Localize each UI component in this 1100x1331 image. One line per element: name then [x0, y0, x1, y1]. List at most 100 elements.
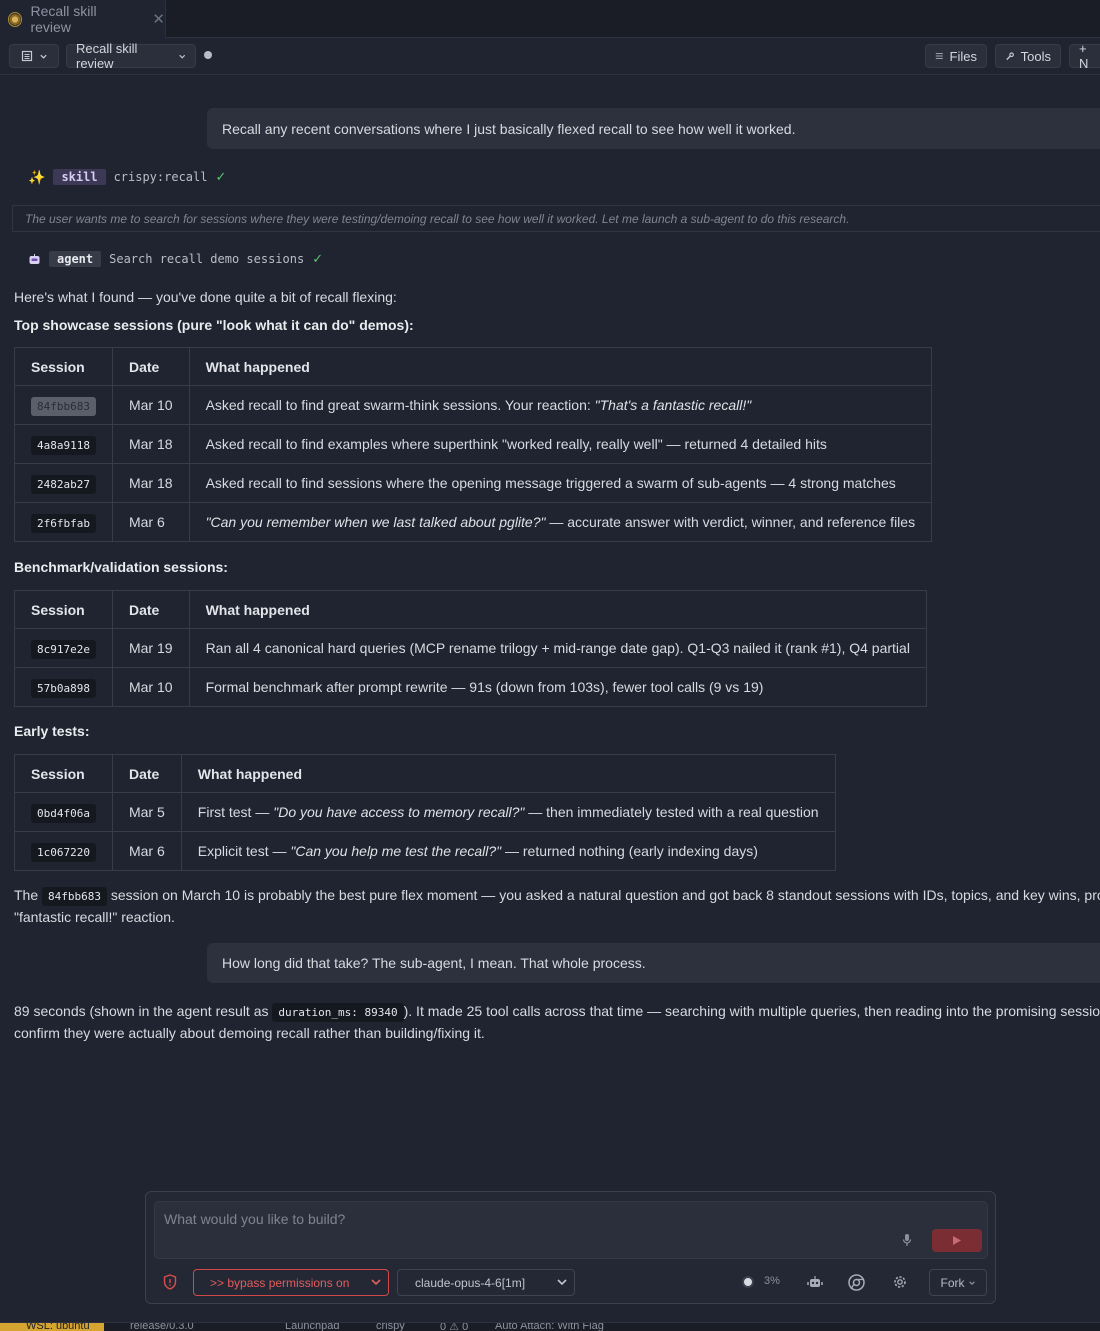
description-text: — accurate answer with verdict, winner, …: [545, 514, 916, 530]
microphone-icon[interactable]: [900, 1231, 914, 1249]
new-session-button[interactable]: + N: [1069, 41, 1100, 71]
description-quote: "Do you have access to memory recall?": [273, 804, 525, 820]
column-header-what: What happened: [188, 347, 933, 386]
tools-button[interactable]: Tools: [995, 44, 1061, 68]
table-header-row: Session Date What happened: [14, 754, 836, 793]
model-select[interactable]: claude-opus-4-6[1m]: [397, 1269, 575, 1296]
summary-paragraph: The 84fbb683 session on March 10 is prob…: [14, 885, 1100, 928]
column-header-date: Date: [111, 590, 190, 629]
context-usage-percent: 3%: [764, 1275, 780, 1287]
table-row: 1c067220 Mar 6 Explicit test — "Can you …: [14, 831, 836, 871]
description-cell: Asked recall to find sessions where the …: [188, 463, 933, 503]
answer-paragraph: 89 seconds (shown in the agent result as…: [14, 1001, 1100, 1044]
section-heading-text: Top showcase sessions (pure "look what i…: [14, 317, 414, 333]
gear-icon[interactable]: [890, 1272, 910, 1292]
session-id[interactable]: 1c067220: [31, 843, 96, 862]
send-button[interactable]: [932, 1229, 982, 1252]
session-cell: 8c917e2e: [14, 628, 113, 668]
description-cell: Explicit test — "Can you help me test th…: [180, 831, 836, 871]
summary-text: The: [14, 887, 39, 903]
session-id[interactable]: 57b0a898: [31, 679, 96, 698]
check-icon: ✓: [215, 169, 227, 184]
chevron-down-icon: [557, 1279, 567, 1286]
thinking-text: The user wants me to search for sessions…: [25, 211, 850, 226]
tab-bar: Recall skill review ✕: [0, 0, 1100, 38]
message-input-area[interactable]: [154, 1201, 988, 1259]
description-text: Asked recall to find sessions where the …: [205, 475, 896, 491]
session-select[interactable]: Recall skill review: [66, 41, 196, 71]
assistant-intro: Here's what I found — you've done quite …: [14, 289, 397, 305]
skill-pill: skill: [53, 169, 106, 185]
play-icon: [953, 1236, 961, 1245]
session-cell: 2482ab27: [14, 463, 113, 503]
session-id[interactable]: 84fbb683: [31, 397, 96, 416]
description-cell: "Can you remember when we last talked ab…: [188, 502, 933, 542]
date-cell: Mar 10: [111, 667, 190, 707]
skill-tool-call[interactable]: ✨ skill crispy:recall ✓: [28, 168, 226, 186]
session-id[interactable]: 4a8a9118: [31, 436, 96, 455]
section-heading-text: Early tests:: [14, 723, 90, 739]
session-id[interactable]: 0bd4f06a: [31, 804, 96, 823]
chevron-down-icon: [39, 54, 47, 59]
user-message: How long did that take? The sub-agent, I…: [207, 943, 1100, 983]
table-header-row: Session Date What happened: [14, 590, 927, 629]
fork-label: Fork: [940, 1275, 965, 1290]
table-row: 2482ab27 Mar 18 Asked recall to find ses…: [14, 463, 933, 503]
shield-alert-icon[interactable]: [163, 1274, 177, 1290]
branch-label[interactable]: release/0.3.0: [130, 1323, 194, 1331]
agent-pill: agent: [49, 251, 102, 267]
session-id[interactable]: 8c917e2e: [31, 640, 96, 659]
column-header-date: Date: [111, 754, 182, 793]
answer-code: duration_ms: 89340: [272, 1003, 404, 1022]
date-cell: Mar 19: [111, 628, 190, 668]
tab-title: Recall skill review: [30, 3, 97, 35]
table-row: 2f6fbfab Mar 6 "Can you remember when we…: [14, 502, 933, 542]
context-usage-indicator: [742, 1276, 754, 1288]
auto-attach-label[interactable]: Auto Attach: With Flag: [495, 1323, 604, 1331]
agent-tool-call[interactable]: agent Search recall demo sessions ✓: [28, 250, 323, 268]
early-tests-table: Session Date What happened 0bd4f06a Mar …: [14, 754, 836, 871]
date-cell: Mar 6: [111, 831, 182, 871]
permission-mode-select[interactable]: >> bypass permissions on: [193, 1269, 389, 1296]
table-row: 84fbb683 Mar 10 Asked recall to find gre…: [14, 385, 933, 425]
column-header-what: What happened: [188, 590, 927, 629]
fork-button[interactable]: Fork: [929, 1269, 987, 1296]
session-select-label: Recall skill review: [76, 41, 138, 71]
project-label[interactable]: crispy: [376, 1323, 405, 1331]
description-cell: Formal benchmark after prompt rewrite — …: [188, 667, 927, 707]
message-input[interactable]: [155, 1202, 875, 1236]
session-cell: 2f6fbfab: [14, 502, 113, 542]
table-row: 0bd4f06a Mar 5 First test — "Do you have…: [14, 792, 836, 832]
description-text: Asked recall to find great swarm-think s…: [205, 397, 595, 413]
wrench-icon: [1006, 51, 1014, 60]
files-label: Files: [949, 48, 977, 64]
problems-label[interactable]: 0 ⚠ 0: [440, 1323, 468, 1331]
chrome-icon[interactable]: [846, 1272, 866, 1292]
chevron-down-icon: [178, 54, 185, 59]
column-header-date: Date: [111, 347, 190, 386]
list-icon: [935, 53, 943, 59]
session-cell: 0bd4f06a: [14, 792, 113, 832]
answer-text: 89 seconds (shown in the agent result as: [14, 1003, 269, 1019]
summary-text: session on March 10 is probably the best…: [110, 887, 1100, 903]
session-id[interactable]: 2482ab27: [31, 475, 96, 494]
files-button[interactable]: Files: [925, 44, 987, 68]
description-text: Explicit test —: [197, 843, 291, 859]
date-cell: Mar 10: [111, 385, 190, 425]
session-id[interactable]: 2f6fbfab: [31, 514, 96, 533]
summary-session-id[interactable]: 84fbb683: [42, 887, 107, 906]
agent-robot-icon[interactable]: [805, 1272, 825, 1292]
close-icon[interactable]: ✕: [152, 10, 165, 28]
column-header-session: Session: [14, 754, 113, 793]
column-header-session: Session: [14, 590, 113, 629]
answer-text: confirm they were actually about demoing…: [14, 1025, 485, 1041]
permission-mode-label: >> bypass permissions on: [210, 1275, 350, 1290]
section-heading-showcase: Top showcase sessions (pure "look what i…: [14, 315, 414, 336]
launchpad-label[interactable]: Launchpad: [285, 1323, 339, 1331]
sidebar-toggle-button[interactable]: [9, 44, 59, 68]
model-label: claude-opus-4-6[1m]: [415, 1275, 526, 1290]
date-cell: Mar 6: [111, 502, 190, 542]
thinking-block: The user wants me to search for sessions…: [12, 205, 1100, 232]
description-quote: "Can you remember when we last talked ab…: [205, 514, 546, 530]
tab-recall-skill-review[interactable]: Recall skill review ✕: [0, 0, 166, 38]
